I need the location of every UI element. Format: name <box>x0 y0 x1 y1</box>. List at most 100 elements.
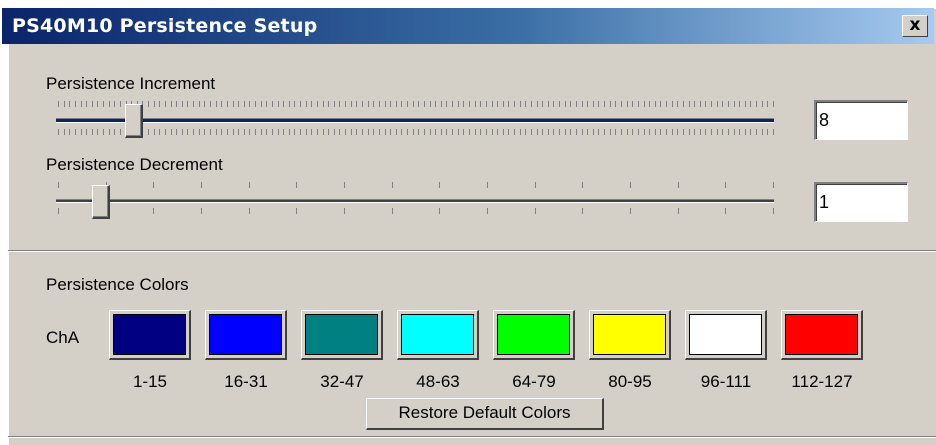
tick-mark <box>64 101 65 107</box>
tick-mark <box>497 101 498 107</box>
tick-mark <box>171 129 172 135</box>
tick-mark <box>542 129 543 135</box>
decrement-slider-thumb[interactable] <box>92 185 110 219</box>
range-label: 112-127 <box>791 372 853 391</box>
tick-mark <box>328 101 329 107</box>
tick-mark <box>238 129 239 135</box>
color-swatch-32-47[interactable] <box>301 310 383 360</box>
color-swatch-112-127[interactable] <box>781 310 863 360</box>
swatch-fill <box>113 314 186 355</box>
tick-mark <box>492 101 493 107</box>
tick-mark <box>694 101 695 107</box>
tick-mark <box>64 129 65 135</box>
tick-mark <box>480 129 481 135</box>
tick-mark <box>722 101 723 107</box>
color-swatch-80-95[interactable] <box>589 310 671 360</box>
tick-mark <box>244 101 245 107</box>
restore-default-colors-button[interactable]: Restore Default Colors <box>366 398 604 430</box>
tick-mark <box>542 101 543 107</box>
tick-mark <box>508 101 509 107</box>
color-swatch-96-111[interactable] <box>685 310 767 360</box>
increment-value-field[interactable]: 8 <box>814 100 908 140</box>
close-button[interactable]: x <box>902 15 928 37</box>
tick-mark <box>148 129 149 135</box>
tick-mark <box>487 208 488 214</box>
tick-mark <box>587 101 588 107</box>
tick-mark <box>261 129 262 135</box>
increment-label: Persistence Increment <box>46 74 216 93</box>
tick-mark <box>705 129 706 135</box>
tick-mark <box>210 129 211 135</box>
tick-mark <box>531 129 532 135</box>
tick-mark <box>103 129 104 135</box>
tick-mark <box>182 129 183 135</box>
tick-mark <box>401 101 402 107</box>
tick-mark <box>216 101 217 107</box>
tick-mark <box>689 129 690 135</box>
section-divider <box>8 250 936 252</box>
tick-mark <box>379 101 380 107</box>
tick-mark <box>430 129 431 135</box>
tick-mark <box>570 101 571 107</box>
tick-mark <box>81 101 82 107</box>
tick-mark <box>677 129 678 135</box>
tick-mark <box>672 101 673 107</box>
title-bar[interactable]: PS40M10 Persistence Setup x <box>2 8 934 44</box>
range-label: 1-15 <box>132 372 168 391</box>
swatch-fill <box>593 314 666 355</box>
tick-mark <box>694 129 695 135</box>
tick-mark <box>182 101 183 107</box>
tick-mark <box>514 101 515 107</box>
tick-mark <box>86 129 87 135</box>
tick-mark <box>392 182 393 188</box>
tick-mark <box>86 101 87 107</box>
tick-mark <box>537 129 538 135</box>
channel-label: ChA <box>46 328 80 347</box>
tick-mark <box>439 208 440 214</box>
tick-mark <box>559 129 560 135</box>
tick-mark <box>283 129 284 135</box>
decrement-label: Persistence Decrement <box>46 155 223 174</box>
tick-mark <box>69 101 70 107</box>
tick-mark <box>334 129 335 135</box>
tick-mark <box>705 101 706 107</box>
tick-mark <box>255 129 256 135</box>
color-swatch-16-31[interactable] <box>205 310 287 360</box>
tick-mark <box>632 101 633 107</box>
tick-mark <box>452 129 453 135</box>
swatch-fill <box>497 314 570 355</box>
tick-mark <box>649 129 650 135</box>
color-swatch-64-79[interactable] <box>493 310 575 360</box>
color-swatch-48-63[interactable] <box>397 310 479 360</box>
tick-mark <box>339 101 340 107</box>
tick-mark <box>317 101 318 107</box>
tick-mark <box>401 129 402 135</box>
tick-mark <box>368 129 369 135</box>
increment-ticks-bottom <box>58 129 774 137</box>
tick-mark <box>430 101 431 107</box>
tick-mark <box>604 101 605 107</box>
decrement-slider-track[interactable] <box>56 199 774 203</box>
tick-mark <box>368 101 369 107</box>
tick-mark <box>520 129 521 135</box>
tick-mark <box>644 129 645 135</box>
swatch-fill <box>305 314 378 355</box>
tick-mark <box>296 208 297 214</box>
increment-slider-track[interactable] <box>56 118 774 123</box>
tick-mark <box>745 129 746 135</box>
increment-slider-thumb[interactable] <box>125 104 143 138</box>
tick-mark <box>351 101 352 107</box>
tick-mark <box>576 129 577 135</box>
tick-mark <box>655 129 656 135</box>
tick-mark <box>576 101 577 107</box>
tick-mark <box>199 101 200 107</box>
tick-mark <box>773 208 774 214</box>
tick-mark <box>193 101 194 107</box>
color-swatch-1-15[interactable] <box>109 310 191 360</box>
tick-mark <box>323 129 324 135</box>
tick-mark <box>69 129 70 135</box>
tick-mark <box>373 101 374 107</box>
tick-mark <box>711 101 712 107</box>
decrement-value-field[interactable]: 1 <box>814 182 908 222</box>
swatch-fill <box>401 314 474 355</box>
